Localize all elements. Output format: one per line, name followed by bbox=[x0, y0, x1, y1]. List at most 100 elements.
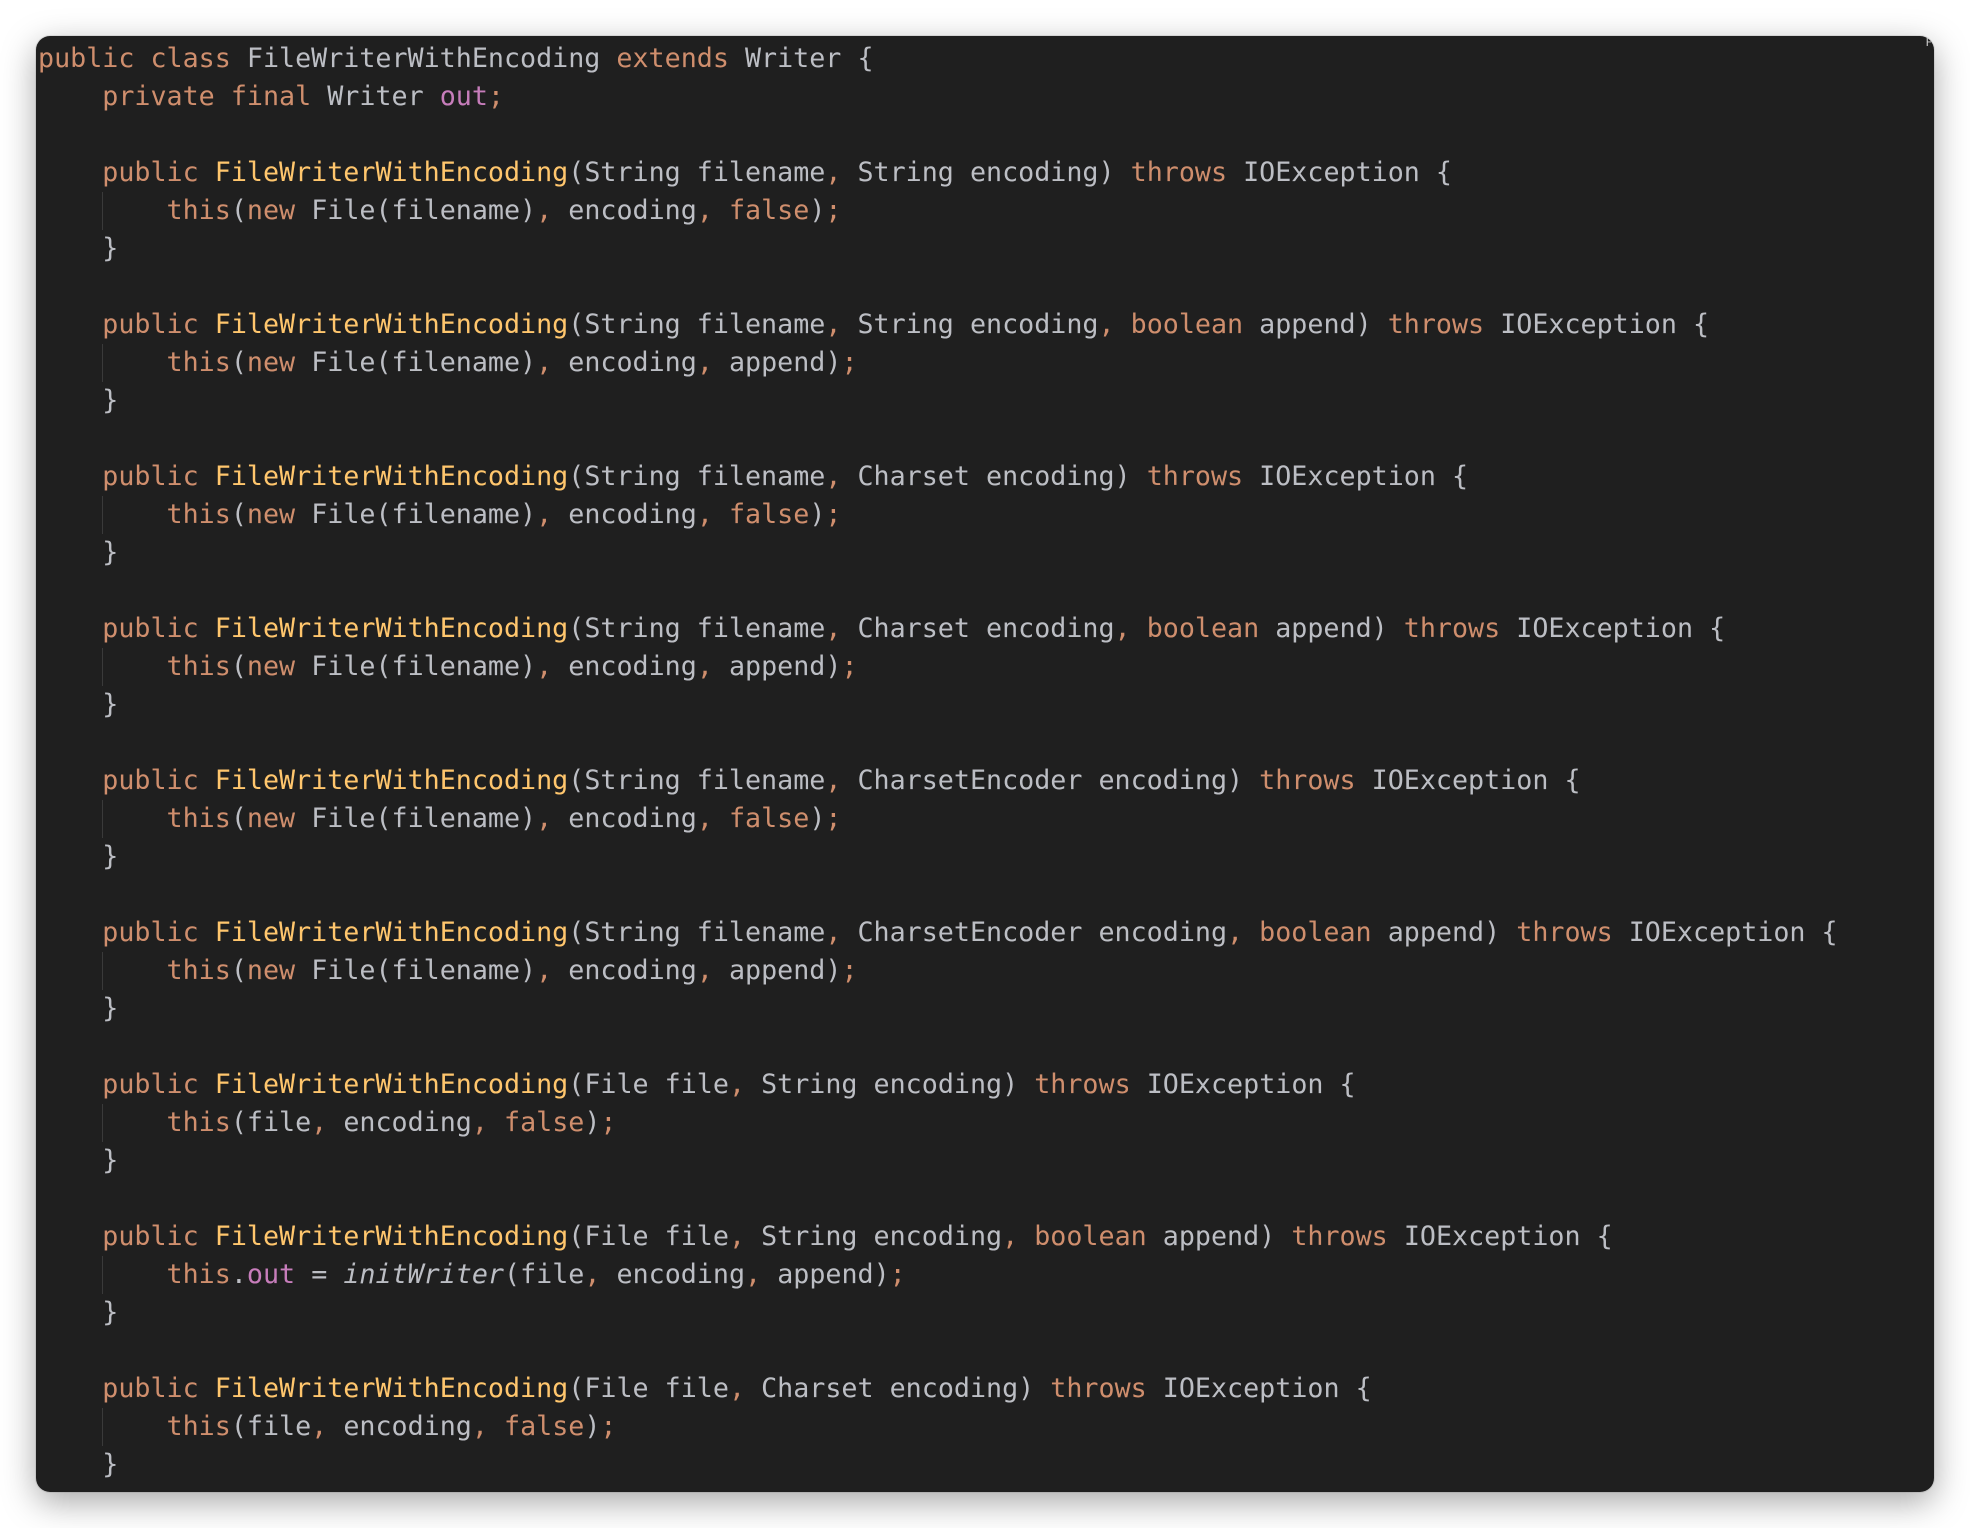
code-token: IOException { bbox=[1146, 1069, 1356, 1100]
code-token: , bbox=[696, 195, 729, 226]
code-token: (String filename bbox=[568, 309, 826, 340]
code-token: this bbox=[166, 195, 231, 226]
code-token: CharsetEncoder encoding bbox=[857, 917, 1228, 948]
code-token: throws bbox=[1387, 309, 1501, 340]
code-line: public FileWriterWithEncoding(String fil… bbox=[38, 154, 1838, 192]
code-token: boolean bbox=[1146, 613, 1276, 644]
code-token: , bbox=[728, 1373, 762, 1404]
code-line: public FileWriterWithEncoding(String fil… bbox=[38, 914, 1837, 952]
code-token: (file bbox=[230, 1107, 312, 1138]
indent-guide bbox=[102, 1408, 103, 1446]
code-line: public class FileWriterWithEncoding exte… bbox=[38, 40, 1838, 78]
code-token: extends bbox=[616, 43, 745, 74]
code-token: append) bbox=[728, 651, 842, 682]
code-token: append) bbox=[728, 347, 842, 378]
code-token: public bbox=[102, 157, 215, 188]
code-token: throws bbox=[1034, 1069, 1147, 1100]
code-token: new bbox=[246, 195, 312, 226]
code-token: ) bbox=[809, 195, 826, 226]
code-area[interactable]: public class FileWriterWithEncoding exte… bbox=[38, 40, 1838, 1484]
code-token: this bbox=[166, 1259, 231, 1290]
code-editor-window: F public class FileWriterWithEncoding ex… bbox=[36, 36, 1934, 1492]
code-token: , bbox=[471, 1107, 504, 1138]
code-line: this(file, encoding, false); bbox=[38, 1408, 1838, 1446]
code-token: , bbox=[536, 955, 569, 986]
code-token: , bbox=[536, 499, 569, 530]
code-token: } bbox=[102, 1297, 119, 1328]
code-line: this(new File(filename), encoding, appen… bbox=[38, 952, 1838, 990]
code-token: , bbox=[825, 309, 858, 340]
code-token: new bbox=[246, 499, 312, 530]
code-token: (String filename bbox=[568, 917, 826, 948]
code-token: new bbox=[246, 803, 312, 834]
code-token: append) bbox=[1259, 309, 1388, 340]
code-token: File(filename) bbox=[311, 195, 537, 226]
code-token: ; bbox=[487, 81, 504, 112]
code-token: boolean bbox=[1130, 309, 1260, 340]
code-token: append) bbox=[777, 1259, 890, 1290]
code-token: ( bbox=[230, 499, 247, 530]
code-token: , bbox=[536, 803, 569, 834]
code-token: ( bbox=[230, 347, 247, 378]
code-line: this(new File(filename), encoding, appen… bbox=[38, 344, 1838, 382]
code-token: encoding bbox=[568, 955, 697, 986]
code-token: , bbox=[825, 461, 858, 492]
indent-guide bbox=[102, 344, 103, 382]
code-token: ; bbox=[600, 1107, 617, 1138]
code-token: IOException { bbox=[1162, 1373, 1372, 1404]
code-token: FileWriterWithEncoding bbox=[214, 917, 569, 948]
code-token: IOException { bbox=[1516, 613, 1726, 644]
code-token: encoding bbox=[568, 347, 697, 378]
code-token: public bbox=[102, 309, 215, 340]
code-token: , bbox=[696, 499, 729, 530]
code-token: throws bbox=[1259, 765, 1372, 796]
indent-guide bbox=[102, 800, 103, 838]
code-token: , bbox=[745, 1259, 778, 1290]
code-token: out bbox=[439, 81, 488, 112]
code-line: } bbox=[38, 1142, 1838, 1180]
code-token: , bbox=[728, 1221, 762, 1252]
code-line: this(new File(filename), encoding, appen… bbox=[38, 648, 1838, 686]
code-line: } bbox=[38, 382, 1838, 420]
indent-guide bbox=[102, 1104, 103, 1142]
corner-mark: F bbox=[1925, 36, 1932, 49]
code-token: encoding bbox=[568, 499, 697, 530]
code-token: = bbox=[311, 1259, 344, 1290]
code-token: (File file bbox=[568, 1221, 729, 1252]
code-token: , bbox=[584, 1259, 617, 1290]
code-token: encoding bbox=[568, 651, 697, 682]
code-token: throws bbox=[1130, 157, 1244, 188]
code-token: , bbox=[1098, 309, 1131, 340]
code-line: public FileWriterWithEncoding(String fil… bbox=[38, 762, 1838, 800]
code-line: } bbox=[38, 686, 1838, 724]
code-token: , bbox=[825, 917, 858, 948]
code-token: FileWriterWithEncoding bbox=[214, 1069, 569, 1100]
code-token: } bbox=[102, 233, 119, 264]
code-token: this bbox=[166, 347, 231, 378]
code-token: File(filename) bbox=[311, 803, 537, 834]
code-token: , bbox=[825, 157, 858, 188]
code-token: public bbox=[102, 1221, 215, 1252]
code-token: false bbox=[728, 803, 810, 834]
code-token: new bbox=[246, 347, 312, 378]
code-token: , bbox=[536, 347, 569, 378]
indent-guide bbox=[102, 952, 103, 990]
code-token: ; bbox=[825, 803, 842, 834]
code-token: new bbox=[246, 955, 312, 986]
code-token: private final bbox=[102, 81, 328, 112]
code-line: } bbox=[38, 230, 1838, 268]
code-token: Charset encoding) bbox=[857, 461, 1147, 492]
code-line: this(file, encoding, false); bbox=[38, 1104, 1838, 1142]
code-token: File(filename) bbox=[311, 651, 537, 682]
code-token: initWriter bbox=[343, 1259, 505, 1290]
